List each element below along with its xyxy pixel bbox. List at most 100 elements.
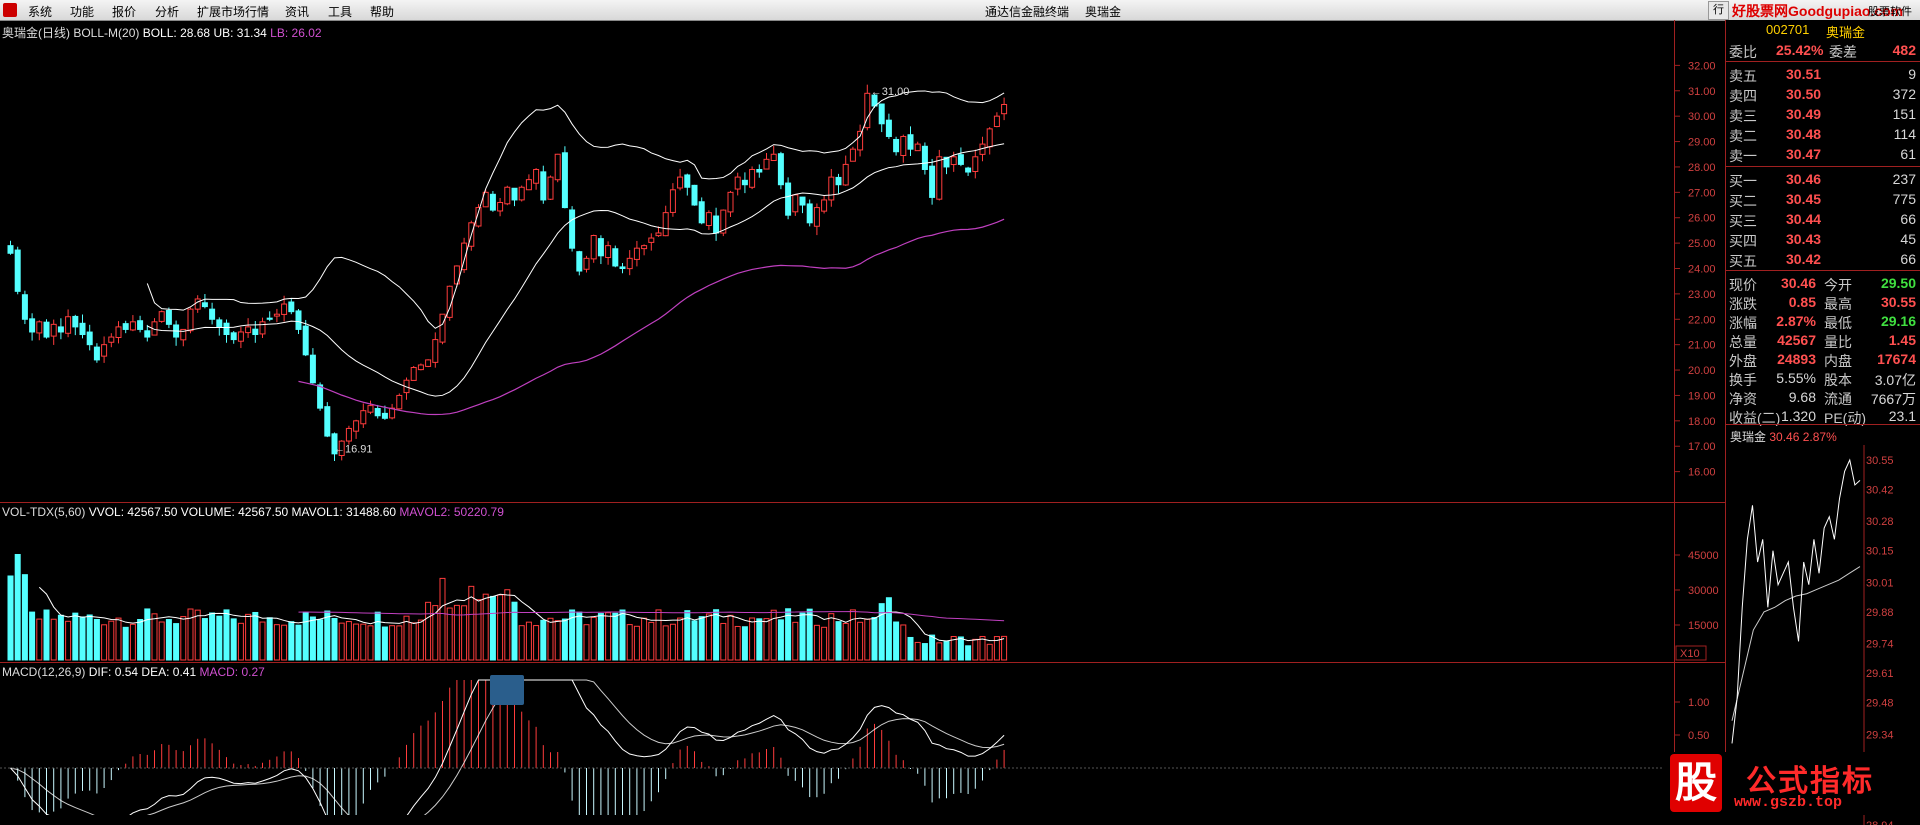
ask-row[interactable]: 卖五 30.51 9 xyxy=(1726,64,1920,84)
candle-body xyxy=(907,134,914,150)
candle-body xyxy=(417,364,424,371)
ask-price: 30.49 xyxy=(1786,106,1822,122)
vol-tick-label: 45000 xyxy=(1688,550,1719,562)
volume-bar xyxy=(317,619,324,661)
ask-label: 卖三 xyxy=(1729,108,1757,124)
volume-bar xyxy=(86,614,93,661)
mini-tick-label: 29.61 xyxy=(1866,668,1894,680)
candle-body xyxy=(108,336,115,343)
volume-bar xyxy=(763,618,770,661)
candle-body xyxy=(93,346,100,361)
volume-bar xyxy=(828,613,835,661)
candle-body xyxy=(842,163,849,186)
candle-body xyxy=(741,179,748,186)
candle-body xyxy=(187,308,194,332)
stat-row: 涨跌 0.85 最高 30.55 xyxy=(1726,292,1920,312)
candle-body xyxy=(122,323,129,330)
candle-body xyxy=(425,359,432,367)
candle-body xyxy=(597,238,604,257)
stat-row: 换手 5.55% 股本 3.07亿 xyxy=(1726,368,1920,388)
watermark-box: 股 公式指标 www.gszb.top xyxy=(1664,752,1920,815)
bid-row[interactable]: 买五 30.42 66 xyxy=(1726,249,1920,269)
candle-body xyxy=(633,247,640,260)
candle-body xyxy=(569,209,576,249)
stock-name: 奥瑞金 xyxy=(1826,25,1866,40)
volume-bar xyxy=(972,638,979,661)
ask-row[interactable]: 卖一 30.47 61 xyxy=(1726,144,1920,164)
bid-row[interactable]: 买三 30.44 66 xyxy=(1726,209,1920,229)
candle-body xyxy=(965,167,972,173)
volume-bar xyxy=(345,621,352,661)
bid-label: 买五 xyxy=(1729,253,1757,269)
y-tick-label: 21.00 xyxy=(1688,340,1716,352)
volume-bar xyxy=(389,625,396,661)
bid-row[interactable]: 买一 30.46 237 xyxy=(1726,169,1920,189)
ask-row[interactable]: 卖三 30.49 151 xyxy=(1726,104,1920,124)
ask-label: 卖五 xyxy=(1729,68,1757,84)
volume-bar xyxy=(871,616,878,661)
ask-row[interactable]: 卖四 30.50 372 xyxy=(1726,84,1920,104)
volume-bar xyxy=(727,614,734,661)
candle-body xyxy=(410,367,417,381)
candle-body xyxy=(79,322,86,336)
volume-bar xyxy=(929,634,936,661)
volume-bar xyxy=(439,577,446,661)
candle-body xyxy=(914,143,921,152)
candle-body xyxy=(799,196,806,206)
volume-bar xyxy=(137,618,144,661)
candle-body xyxy=(828,176,835,201)
ask-row[interactable]: 卖二 30.48 114 xyxy=(1726,124,1920,144)
mini-tick-label: 29.88 xyxy=(1866,607,1894,619)
volume-bar xyxy=(410,622,417,661)
volume-bar xyxy=(720,622,727,661)
separator xyxy=(1726,166,1920,167)
candle-body xyxy=(367,405,374,413)
candle-body xyxy=(770,153,777,162)
ask-label: 卖一 xyxy=(1729,148,1757,164)
candle-body xyxy=(137,320,144,330)
volume-bar xyxy=(597,613,604,661)
candle-body xyxy=(885,119,892,137)
volume-bar xyxy=(921,643,928,661)
volume-bar xyxy=(216,615,223,661)
bid-row[interactable]: 买四 30.43 45 xyxy=(1726,229,1920,249)
candle-body xyxy=(194,298,201,310)
candle-body xyxy=(641,245,648,250)
stat-label: PE(动) xyxy=(1824,410,1866,426)
candle-body xyxy=(353,420,360,432)
candle-body xyxy=(986,128,993,148)
candle-body xyxy=(929,165,936,198)
stat-value: 0.85 xyxy=(1788,294,1816,310)
volume-bar xyxy=(842,622,849,661)
mini-tick-label: 29.34 xyxy=(1866,729,1894,741)
volume-bar xyxy=(893,621,900,661)
volume-bar xyxy=(122,626,129,661)
volume-bar xyxy=(813,624,820,661)
volume-bar xyxy=(396,625,403,661)
volume-bar xyxy=(93,619,100,661)
candle-body xyxy=(583,257,590,270)
volume-bar xyxy=(281,624,288,661)
candle-body xyxy=(677,176,684,189)
candle-body xyxy=(691,184,698,206)
candle-body xyxy=(957,154,964,165)
volume-bar xyxy=(230,618,237,661)
volume-bar xyxy=(749,617,756,661)
kline-chart[interactable]: 32.00 31.00 30.00 29.00 28.00 27.00 26.00 25.00… xyxy=(0,0,1726,815)
volume-bar xyxy=(943,640,950,661)
volume-bar xyxy=(986,643,993,661)
ask-price: 30.50 xyxy=(1786,86,1822,102)
bid-volume: 775 xyxy=(1892,191,1916,207)
volume-bar xyxy=(662,625,669,661)
stat-value: 17674 xyxy=(1877,351,1916,367)
candle-body xyxy=(36,321,43,334)
volume-bar xyxy=(554,620,561,661)
volume-bar xyxy=(857,621,864,661)
y-tick-label: 22.00 xyxy=(1688,314,1716,326)
ask-label: 卖四 xyxy=(1729,88,1757,104)
candle-body xyxy=(511,187,518,201)
quote-header: 002701 奥瑞金 xyxy=(1726,22,1920,40)
bid-row[interactable]: 买二 30.45 775 xyxy=(1726,189,1920,209)
volume-bar xyxy=(605,612,612,661)
candle-body xyxy=(777,153,784,186)
